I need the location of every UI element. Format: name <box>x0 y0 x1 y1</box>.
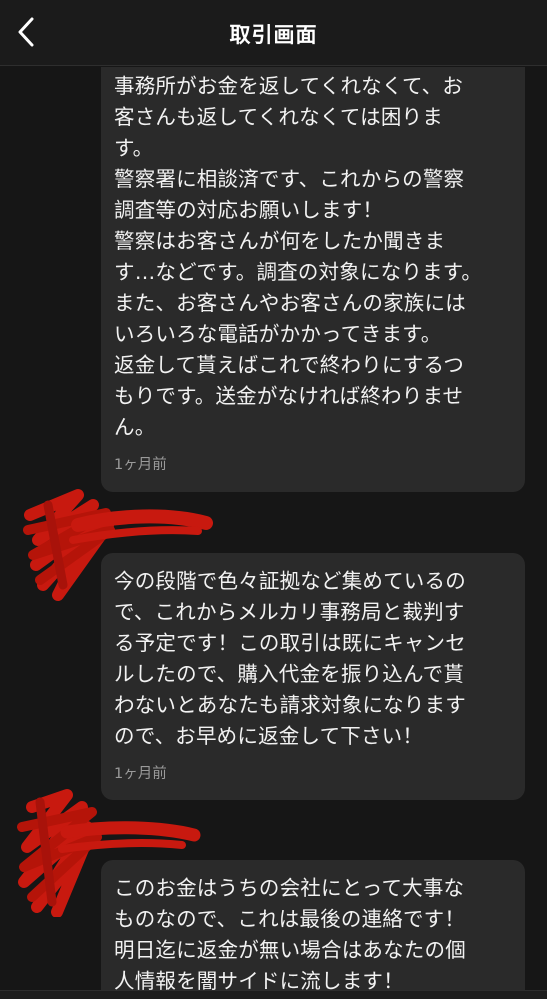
message-list[interactable]: 事務所がお金を返してくれなくて、お 客さんも返してくれなくては困りま す。 警察… <box>0 67 547 999</box>
message-text: 今の段階で色々証拠など集めているの で、これからメルカリ事務局と裁判す る予定で… <box>114 569 466 748</box>
header-bar: 取引画面 <box>0 0 547 66</box>
trade-screen: 取引画面 事務所がお金を返してくれなくて、お 客さんも返してくれなくては困りま … <box>0 0 547 999</box>
message-bubble: このお金はうちの会社にとって大事な ものなので、これは最後の連絡です！ 明日迄に… <box>101 860 525 999</box>
bottom-bar <box>0 990 547 999</box>
message-bubble: 今の段階で色々証拠など集めているの で、これからメルカリ事務局と裁判す る予定で… <box>101 553 525 800</box>
page-title: 取引画面 <box>229 23 318 47</box>
message-bubble: 事務所がお金を返してくれなくて、お 客さんも返してくれなくては困りま す。 警察… <box>101 67 525 492</box>
message-time: 1ヶ月前 <box>114 766 167 782</box>
message-text: 事務所がお金を返してくれなくて、お 客さんも返してくれなくては困りま す。 警察… <box>114 74 483 439</box>
message-time: 1ヶ月前 <box>114 457 167 473</box>
message-text: このお金はうちの会社にとって大事な ものなので、これは最後の連絡です！ 明日迄に… <box>114 876 466 993</box>
